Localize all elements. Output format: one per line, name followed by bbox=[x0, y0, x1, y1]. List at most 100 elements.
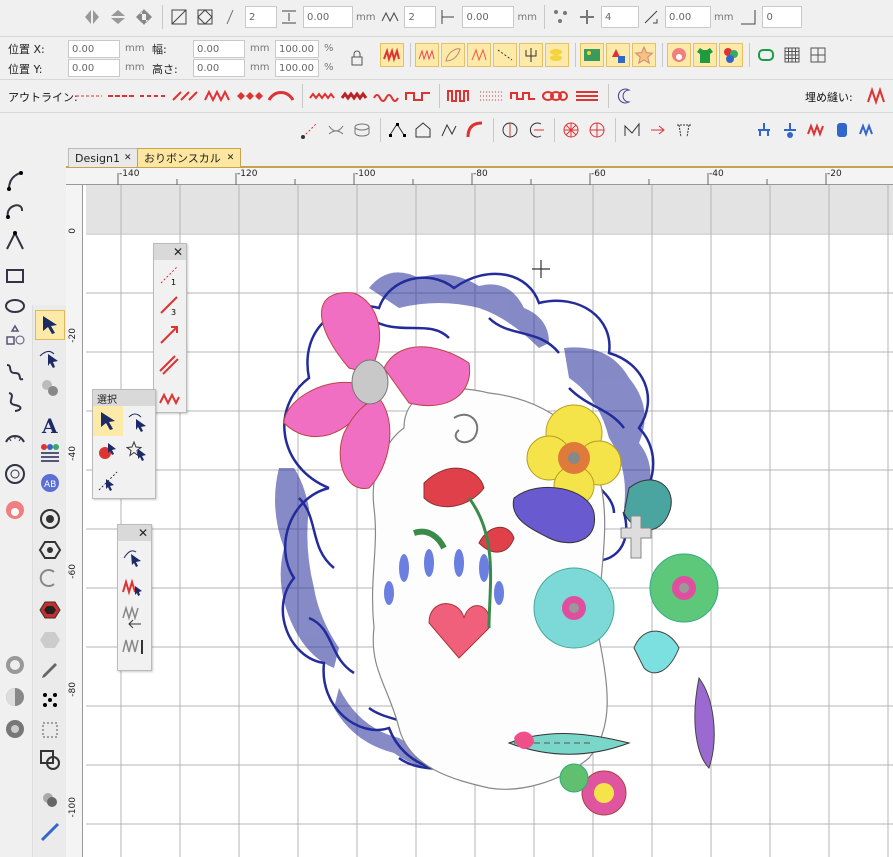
shape-circles-icon[interactable] bbox=[0, 459, 30, 489]
zoom-group-icon[interactable] bbox=[35, 785, 65, 815]
density-icon[interactable] bbox=[575, 5, 599, 29]
toolbar-field-6[interactable]: 0.00 bbox=[664, 6, 711, 28]
bounding-box-icon[interactable] bbox=[35, 715, 65, 745]
fill-zigzag-icon[interactable] bbox=[864, 84, 888, 108]
tab-design1[interactable]: Design1 ✕ bbox=[68, 148, 139, 167]
cutwork-icon[interactable] bbox=[667, 43, 691, 67]
angle-icon[interactable] bbox=[219, 5, 243, 29]
image-icon[interactable] bbox=[580, 43, 604, 67]
underlay-icon[interactable] bbox=[804, 118, 828, 142]
star-point-icon[interactable] bbox=[559, 118, 583, 142]
lock-aspect-icon[interactable] bbox=[345, 46, 369, 70]
zigzag-line-icon[interactable] bbox=[154, 380, 184, 410]
bezier-icon[interactable] bbox=[0, 166, 30, 196]
bezier-closed-icon[interactable] bbox=[0, 196, 30, 226]
spacing-icon[interactable] bbox=[277, 5, 301, 29]
crescent-icon[interactable] bbox=[613, 84, 637, 108]
shapes-tool-icon[interactable] bbox=[0, 320, 30, 350]
offset-icon[interactable] bbox=[639, 5, 663, 29]
star-applique-icon[interactable] bbox=[632, 43, 656, 67]
fish-icon[interactable] bbox=[545, 43, 569, 67]
node-edit-icon[interactable] bbox=[385, 118, 409, 142]
motif-line-icon[interactable] bbox=[493, 43, 517, 67]
height-input[interactable]: 0.00 bbox=[193, 59, 245, 77]
close-icon[interactable]: ✕ bbox=[138, 526, 148, 540]
width-input[interactable]: 0.00 bbox=[193, 40, 245, 58]
fill-stitch-icon[interactable] bbox=[415, 43, 439, 67]
e-stitch-icon[interactable] bbox=[403, 84, 433, 108]
zigzag-icon[interactable] bbox=[378, 5, 402, 29]
double-line-icon[interactable] bbox=[154, 350, 184, 380]
hoop-icon[interactable] bbox=[754, 43, 778, 67]
tshirt-icon[interactable] bbox=[693, 43, 717, 67]
arch-icon[interactable] bbox=[324, 118, 348, 142]
toolbar-field-1[interactable]: 2 bbox=[245, 6, 277, 28]
triple-stitch-icon[interactable] bbox=[106, 84, 136, 108]
text-tool-icon[interactable]: A bbox=[35, 410, 65, 440]
leaf-icon[interactable] bbox=[441, 43, 465, 67]
house-shape-icon[interactable] bbox=[411, 118, 435, 142]
height-icon[interactable] bbox=[436, 5, 460, 29]
pos-y-input[interactable]: 0.00 bbox=[68, 59, 120, 77]
color-select-icon[interactable] bbox=[93, 436, 123, 466]
diamond-stitch-icon[interactable] bbox=[234, 84, 264, 108]
circle-dots-tool-icon[interactable] bbox=[0, 714, 30, 744]
stitch-insert-icon[interactable] bbox=[118, 601, 148, 631]
buttons-icon[interactable] bbox=[719, 43, 743, 67]
radial-point-icon[interactable] bbox=[585, 118, 609, 142]
polygon-pen-icon[interactable] bbox=[0, 226, 30, 256]
sequence-icon[interactable] bbox=[752, 118, 776, 142]
ellipse-icon[interactable] bbox=[0, 291, 30, 321]
spool-icon[interactable] bbox=[830, 118, 854, 142]
overlap-icon[interactable] bbox=[35, 745, 65, 775]
hook-icon[interactable] bbox=[35, 563, 65, 593]
chain-stitch-icon[interactable] bbox=[540, 84, 570, 108]
bar-stitch-icon[interactable] bbox=[572, 84, 602, 108]
satin-outline-icon[interactable] bbox=[170, 84, 200, 108]
zigzag-outline-icon[interactable] bbox=[202, 84, 232, 108]
running-stitch-icon[interactable] bbox=[74, 84, 104, 108]
line-1-icon[interactable]: 1 bbox=[154, 260, 184, 290]
rectangle-icon[interactable] bbox=[0, 261, 30, 291]
select-pointer-icon[interactable] bbox=[93, 406, 123, 436]
lasso-select-icon[interactable] bbox=[123, 406, 153, 436]
node-select-icon[interactable] bbox=[35, 343, 65, 373]
polyline-icon[interactable] bbox=[437, 118, 461, 142]
trident-icon[interactable] bbox=[519, 43, 543, 67]
star-select-icon[interactable] bbox=[123, 436, 153, 466]
skew-icon[interactable] bbox=[167, 5, 191, 29]
pos-x-input[interactable]: 0.00 bbox=[68, 40, 120, 58]
select-arrow-icon[interactable] bbox=[35, 310, 65, 340]
line-3-icon[interactable]: 3 bbox=[154, 290, 184, 320]
text-badge-icon[interactable]: AB bbox=[35, 468, 65, 498]
grid-icon[interactable] bbox=[780, 43, 804, 67]
stitch-select-tool-icon[interactable] bbox=[118, 571, 148, 601]
half-circle-tool-icon[interactable] bbox=[0, 682, 30, 712]
design-canvas[interactable] bbox=[66, 168, 893, 857]
stitch-select-icon[interactable] bbox=[672, 118, 696, 142]
applique-tool-icon[interactable] bbox=[0, 495, 30, 525]
scatter-icon[interactable] bbox=[549, 5, 573, 29]
bean-stitch-icon[interactable] bbox=[138, 84, 168, 108]
arrow-point-icon[interactable] bbox=[646, 118, 670, 142]
height-pct-input[interactable]: 100.00 bbox=[275, 59, 319, 77]
entry-exit-icon[interactable] bbox=[620, 118, 644, 142]
pencil-icon[interactable] bbox=[35, 655, 65, 685]
tie-off-icon[interactable] bbox=[778, 118, 802, 142]
hexagon-outline-icon[interactable] bbox=[35, 535, 65, 565]
close-icon[interactable]: ✕ bbox=[124, 153, 132, 163]
mirror-vertical-icon[interactable] bbox=[106, 5, 130, 29]
dots-pattern-icon[interactable] bbox=[35, 685, 65, 715]
freehand-closed-icon[interactable] bbox=[0, 386, 30, 416]
feather-outline-icon[interactable] bbox=[266, 84, 296, 108]
rotate-angle-icon[interactable] bbox=[736, 5, 760, 29]
feather-stitch-icon[interactable] bbox=[467, 43, 491, 67]
hexagon-gray-icon[interactable] bbox=[35, 625, 65, 655]
group-icon[interactable] bbox=[35, 373, 65, 403]
split-circle-icon[interactable] bbox=[498, 118, 522, 142]
cylinder-icon[interactable] bbox=[350, 118, 374, 142]
square-wave-icon[interactable] bbox=[508, 84, 538, 108]
candlewick-icon[interactable] bbox=[444, 84, 474, 108]
curve-node-icon[interactable] bbox=[463, 118, 487, 142]
stitch-edit-icon[interactable] bbox=[118, 541, 148, 571]
